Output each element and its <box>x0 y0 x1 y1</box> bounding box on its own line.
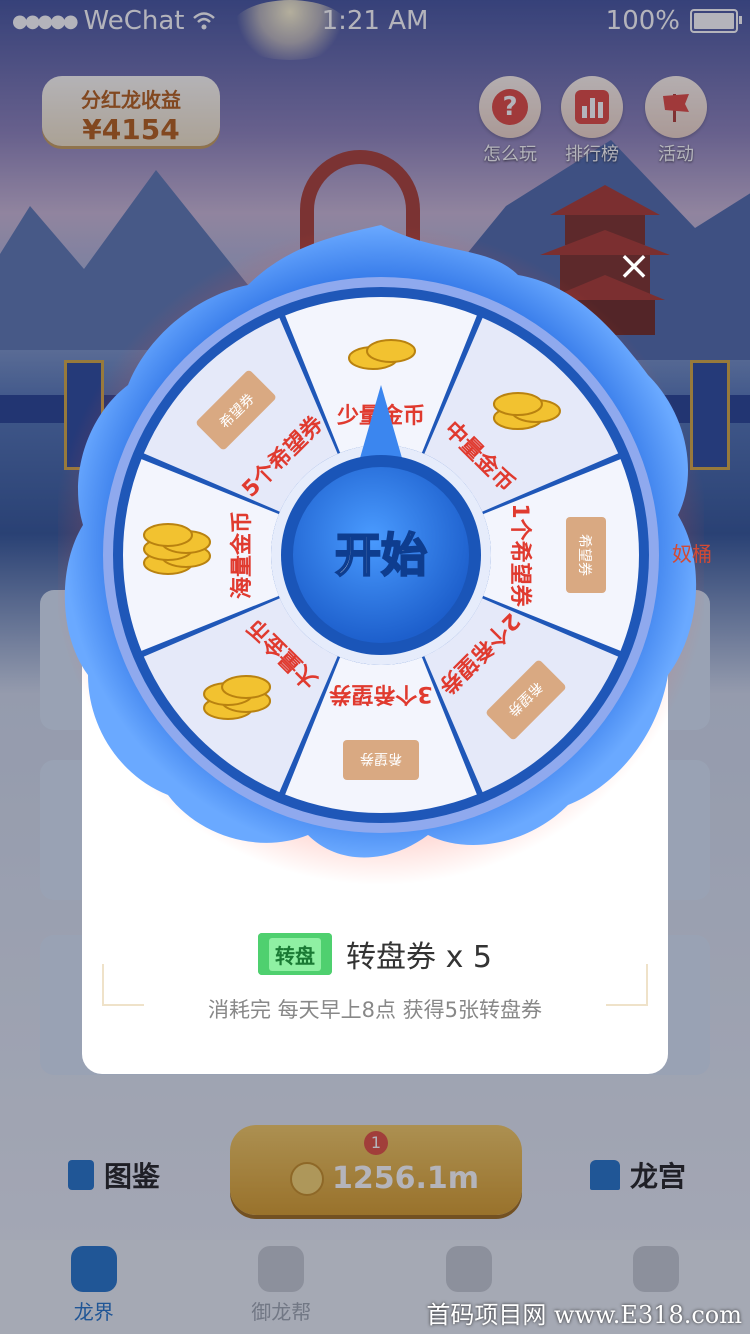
close-button[interactable]: × <box>614 246 654 286</box>
wheel-segment-label: 1个希望券 <box>507 503 533 607</box>
wheel-ticket-icon: 转盘 <box>258 933 333 975</box>
ticket-badge-label: 转盘 <box>269 937 322 971</box>
start-label: 开始 <box>335 528 427 582</box>
hope-ticket-icon: 希望券 <box>343 740 419 780</box>
right-edge-text: 奴桶 <box>672 542 712 566</box>
ticket-tag: 希望券 <box>360 750 402 766</box>
wheel-ticket-count: 转盘券 x 5 <box>346 940 492 975</box>
hope-ticket-icon: 希望券 <box>566 517 606 593</box>
watermark-text: 首码项目网 www.E318.com <box>426 1301 742 1329</box>
wheel-segment-label: 海量金币 <box>229 511 255 599</box>
wheel-ticket-row: 转盘 转盘券 x 5 <box>82 932 668 976</box>
prize-wheel: 少量金币中量金币希望券1个希望券希望券2个希望券希望券3个希望券大量金币海量金币… <box>58 225 704 885</box>
wheel-segment-label: 3个希望券 <box>328 681 432 707</box>
ticket-tag: 希望券 <box>576 534 592 576</box>
wheel-ticket-hint: 消耗完 每天早上8点 获得5张转盘券 <box>207 998 543 1022</box>
